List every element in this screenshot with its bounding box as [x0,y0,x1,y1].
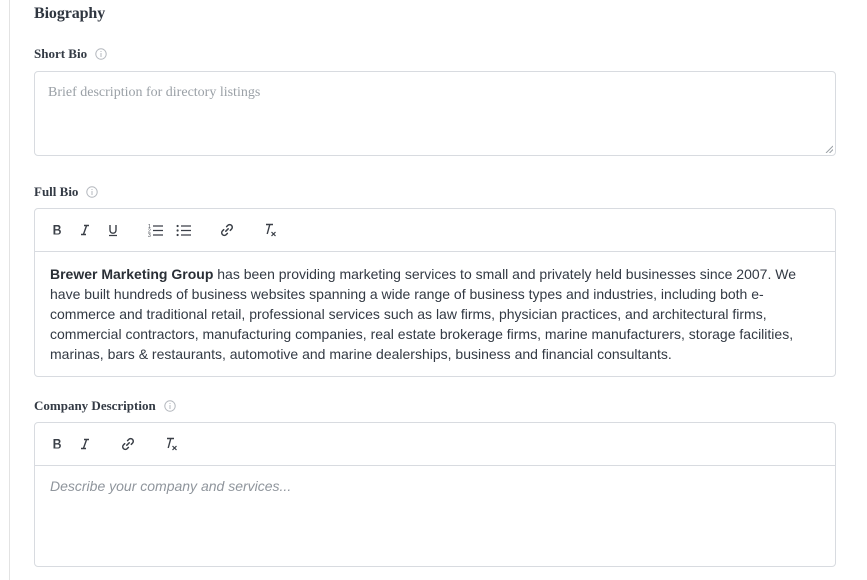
company-description-editor[interactable]: Describe your company and services... [34,422,836,567]
section-title: Biography [34,5,106,22]
bold-icon[interactable] [48,221,66,239]
company-description-toolbar [35,423,835,466]
short-bio-placeholder: Brief description for directory listings [48,85,261,100]
italic-icon[interactable] [76,435,94,453]
full-bio-editor[interactable]: 123 Brewer Marketing Group has been prov… [34,208,836,377]
info-circle-icon[interactable] [164,400,176,412]
clear-format-icon[interactable] [162,435,180,453]
svg-text:3: 3 [148,233,151,237]
short-bio-label-row: Short Bio [34,46,107,62]
link-icon[interactable] [119,435,137,453]
company-description-placeholder: Describe your company and services... [50,478,292,494]
full-bio-label: Full Bio [34,184,79,199]
full-bio-toolbar: 123 [35,209,835,252]
company-name-bold: Brewer Marketing Group [50,266,214,282]
link-icon[interactable] [218,221,236,239]
italic-icon[interactable] [76,221,94,239]
info-circle-icon[interactable] [95,48,107,60]
clear-format-icon[interactable] [261,221,279,239]
info-circle-icon[interactable] [86,186,99,198]
company-description-label-row: Company Description [34,398,176,414]
full-bio-label-row: Full Bio [34,184,99,200]
ordered-list-icon[interactable]: 123 [147,221,165,239]
bold-icon[interactable] [48,435,66,453]
resize-handle-icon[interactable] [825,145,833,153]
full-bio-content[interactable]: Brewer Marketing Group has been providin… [35,252,835,376]
short-bio-textarea[interactable]: Brief description for directory listings [34,71,836,156]
short-bio-label: Short Bio [34,46,88,61]
company-description-label: Company Description [34,398,156,413]
bullet-list-icon[interactable] [175,221,193,239]
underline-icon[interactable] [104,221,122,239]
